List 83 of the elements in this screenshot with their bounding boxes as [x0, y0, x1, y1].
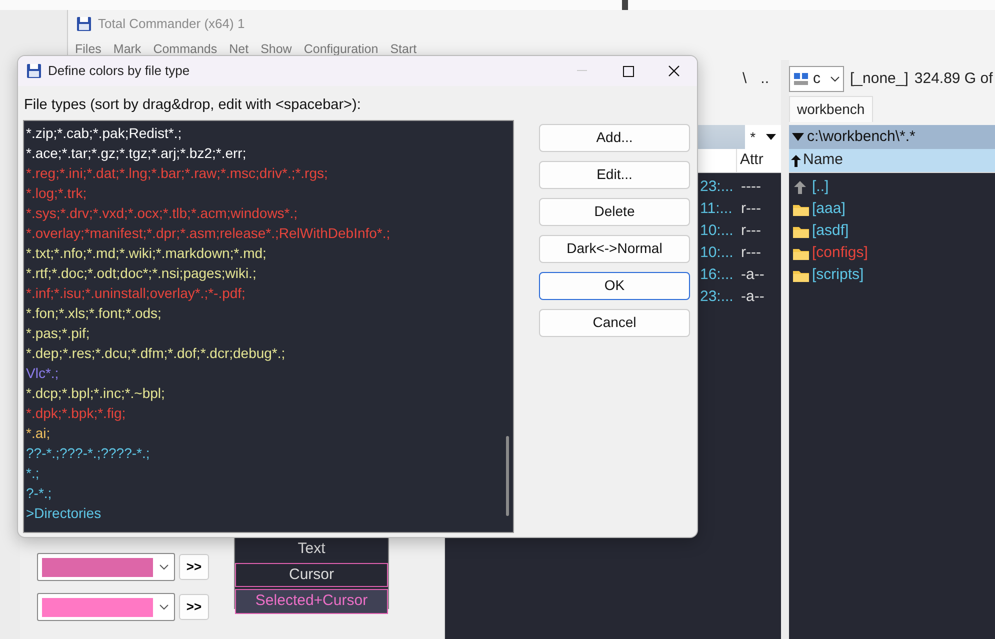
drive-label: [_none_] [850, 68, 908, 89]
drive-combo[interactable]: c [789, 66, 844, 92]
file-type-item[interactable]: *.overlay;*manifest;*.dpr;*.asm;release*.;RelWithDebInfo*.; [24, 222, 502, 243]
menu-item[interactable]: Commands [153, 40, 218, 58]
file-type-item[interactable]: *.; [24, 462, 502, 483]
attr-cell-text: -a-- [740, 265, 766, 285]
attr-cell-text: r--- [740, 199, 762, 219]
chevron-icon [159, 604, 169, 610]
file-type-item[interactable]: *.ai; [24, 422, 502, 443]
file-type-item[interactable]: *.pas;*.pif; [24, 322, 502, 343]
chevron-icon [159, 564, 169, 570]
color-combo[interactable] [37, 553, 175, 581]
dialog-button[interactable]: Edit... [539, 160, 690, 189]
dropdown-icon [792, 133, 804, 141]
file-type-item[interactable]: *.sys;*.drv;*.vxd;*.ocx;*.tlb;*.acm;windows*.; [24, 202, 502, 223]
file-type-item[interactable]: ?-*.; [24, 482, 502, 503]
list-label: File types (sort by drag&drop, edit with <spacebar>): [23, 96, 362, 115]
file-name[interactable]: [asdf] [812, 220, 849, 242]
nav-button[interactable]: \ [738, 68, 751, 90]
floppy-icon [26, 63, 42, 79]
file-type-item[interactable]: *.inf;*.isu;*.uninstall;overlay*.;*-.pdf; [24, 282, 502, 303]
window-title: Total Commander (x64) 1 [98, 15, 245, 34]
dialog-button[interactable]: OK [539, 272, 690, 300]
time-cell-text: 23:... [700, 287, 734, 307]
free-space-label: 324.89 G of [914, 68, 993, 89]
file-type-item[interactable]: *.txt;*.nfo;*.md;*.wiki;*.markdown;*.md; [24, 242, 502, 263]
menu-item[interactable]: Show [260, 40, 292, 58]
preview-row: Selected+Cursor [235, 589, 388, 614]
file-type-list[interactable] [23, 120, 514, 533]
file-type-item[interactable]: *.log;*.trk; [24, 182, 502, 203]
file-type-item[interactable]: *.dpk;*.bpk;*.fig; [24, 402, 502, 423]
file-type-item[interactable]: *.reg;*.ini;*.dat;*.lng;*.bar;*.raw;*.msc;driv*.;*.rgs; [24, 162, 502, 183]
filter-button[interactable]: * [745, 125, 781, 149]
menu-item[interactable]: Mark [113, 40, 142, 58]
time-cell-text: 23:... [700, 177, 734, 197]
nav-button[interactable]: .. [756, 68, 773, 90]
menu-item[interactable]: Configuration [304, 40, 378, 58]
maximize-icon[interactable] [622, 66, 634, 76]
file-type-item[interactable]: Vlc*.; [24, 362, 502, 383]
attr-cell-text: r--- [740, 243, 762, 263]
file-type-item[interactable]: *.dcp;*.bpl;*.inc;*.~bpl; [24, 382, 502, 403]
file-name[interactable]: [aaa] [812, 198, 846, 220]
dialog-button[interactable]: Delete [539, 198, 690, 226]
dialog-button[interactable]: Dark<->Normal [539, 234, 690, 263]
file-name[interactable]: [configs] [812, 242, 868, 264]
file-name[interactable]: [scripts] [812, 264, 864, 286]
time-cell-text: 10:... [700, 243, 734, 263]
file-type-item[interactable]: ??-*.;???-*.;????-*.; [24, 442, 502, 463]
drive-icon [793, 72, 809, 86]
sort-arrow-icon [791, 154, 801, 166]
window-edge [622, 0, 628, 10]
scrollbar-thumb[interactable] [506, 436, 509, 516]
file-type-item[interactable]: *.zip;*.cab;*.pak;Redist*.; [24, 122, 502, 143]
file-name[interactable]: [..] [812, 176, 829, 198]
folder-tab[interactable]: workbench [789, 96, 873, 122]
time-cell-text: 10:... [700, 221, 734, 241]
time-cell-text: 11:... [700, 199, 734, 219]
more-button[interactable]: >> [179, 594, 209, 620]
menu-item[interactable]: Start [390, 40, 417, 58]
dropdown-icon [766, 134, 776, 140]
time-cell-text: 16:... [700, 265, 734, 285]
file-type-item[interactable]: >Directories [24, 502, 502, 523]
file-type-item[interactable]: *.dep;*.res;*.dcu;*.dfm;*.dof;*.dcr;debug*.; [24, 342, 502, 363]
file-type-item[interactable]: *.fon;*.xls;*.font;*.ods; [24, 302, 502, 323]
preview-row: Cursor [235, 562, 388, 587]
attr-cell-text: ---- [740, 177, 762, 197]
path-label: c:\workbench\*.* [807, 126, 916, 147]
chevron-icon [830, 76, 840, 82]
color-combo[interactable] [37, 593, 175, 621]
file-type-item[interactable]: *.ace;*.tar;*.gz;*.tgz;*.arj;*.bz2;*.err; [24, 142, 502, 163]
attr-cell-text: r--- [740, 221, 762, 241]
dialog-button[interactable]: Cancel [539, 308, 690, 337]
preview-text: Text [296, 539, 326, 559]
menu-item[interactable]: Files [75, 40, 102, 58]
floppy-icon [76, 16, 92, 32]
more-button[interactable]: >> [179, 554, 209, 580]
close-icon[interactable] [668, 65, 680, 77]
file-type-item[interactable]: *.rtf;*.doc;*.odt;doc*;*.nsi;pages;wiki.; [24, 262, 502, 283]
dialog-button[interactable]: Add... [539, 124, 690, 152]
column-header[interactable]: Name [803, 149, 844, 172]
dialog-title: Define colors by file type [48, 62, 190, 80]
attr-cell-text: -a-- [740, 287, 766, 307]
menu-item[interactable]: Net [229, 40, 249, 58]
